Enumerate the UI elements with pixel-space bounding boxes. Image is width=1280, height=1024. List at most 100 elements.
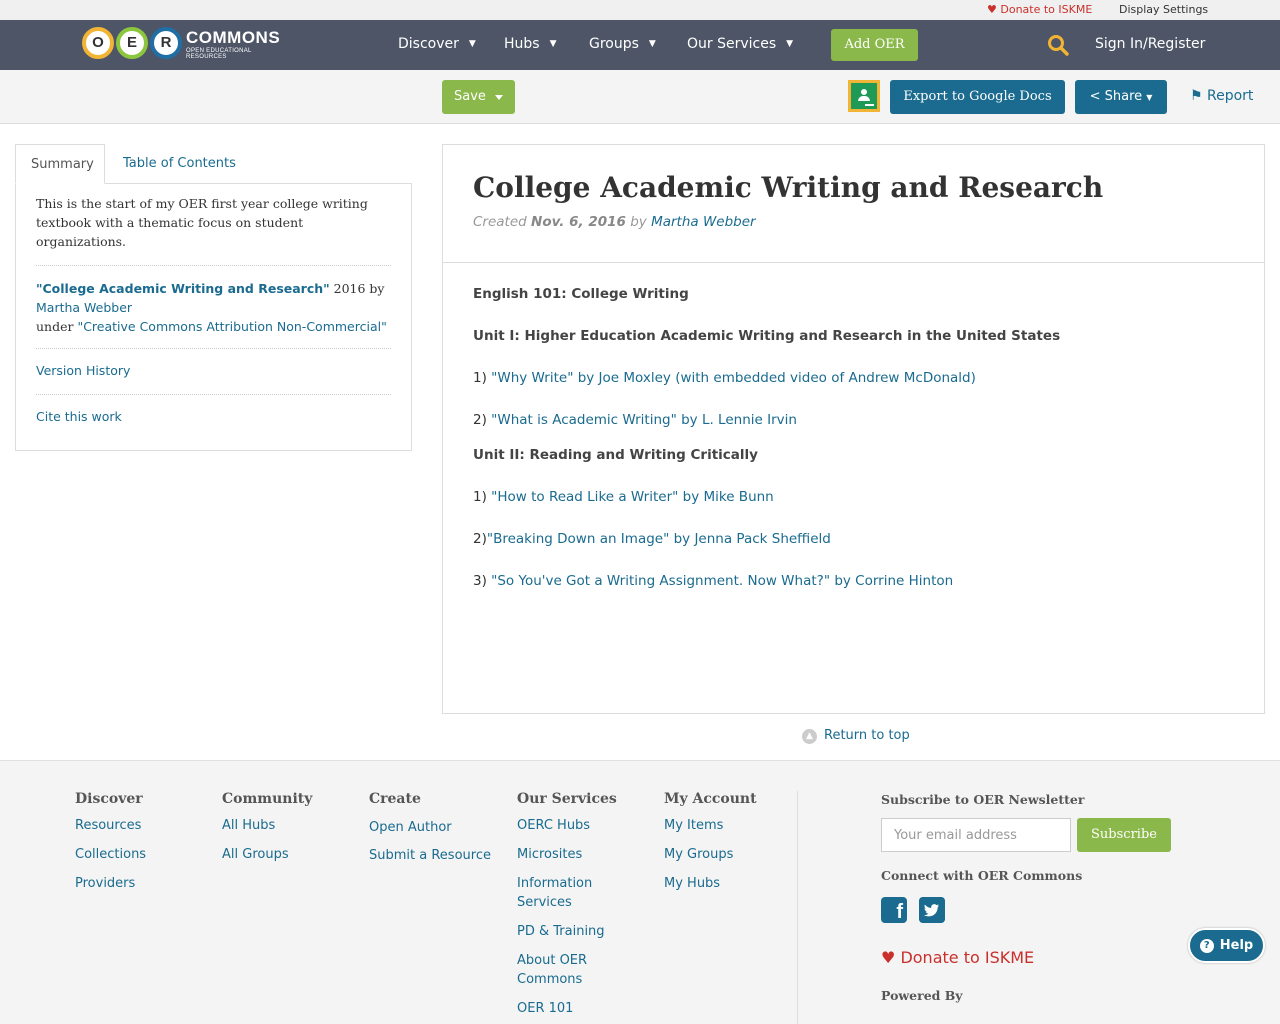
logo-wordmark: COMMONS	[186, 28, 281, 47]
sign-in-register-link[interactable]: Sign In/Register	[1095, 36, 1205, 52]
save-button[interactable]: Save	[442, 80, 515, 114]
tab-table-of-contents[interactable]: Table of Contents	[108, 144, 251, 184]
powered-by: Powered By	[881, 988, 963, 1003]
tab-summary[interactable]: Summary	[15, 144, 105, 184]
reading-link[interactable]: "What is Academic Writing" by L. Lennie …	[491, 412, 797, 428]
footer-link[interactable]: My Items	[664, 816, 794, 835]
divider	[36, 394, 391, 395]
twitter-icon[interactable]	[919, 897, 945, 923]
license-link[interactable]: "Creative Commons Attribution Non-Commer…	[77, 319, 386, 334]
chevron-down-icon: ▼	[786, 39, 794, 49]
logo-letter-e: E	[116, 27, 148, 59]
search-icon[interactable]	[1047, 34, 1069, 56]
nav-groups[interactable]: Groups ▼	[589, 36, 656, 52]
footer-col-community: Community All Hubs All Groups	[222, 791, 352, 874]
chevron-down-icon: ▼	[549, 39, 557, 49]
nav-hubs[interactable]: Hubs ▼	[504, 36, 557, 52]
article-meta: Created Nov. 6, 2016 by Martha Webber	[473, 214, 756, 230]
export-google-docs-button[interactable]: Export to Google Docs	[890, 80, 1065, 114]
attribution: "College Academic Writing and Research" …	[36, 281, 387, 334]
heart-icon: ♥	[881, 948, 896, 967]
resource-description: This is the start of my OER first year c…	[36, 196, 368, 249]
subscribe-button[interactable]: Subscribe	[1077, 818, 1171, 852]
divider	[36, 348, 391, 349]
footer-link[interactable]: Open Author	[369, 818, 499, 837]
list-item: 3) "So You've Got a Writing Assignment. …	[473, 573, 954, 589]
unit-heading: Unit I: Higher Education Academic Writin…	[473, 328, 1061, 344]
footer-link[interactable]: All Groups	[222, 845, 352, 864]
sidebar-tabs: Summary Table of Contents	[15, 144, 412, 184]
footer-link[interactable]: Microsites	[517, 845, 617, 864]
display-settings-link[interactable]: Display Settings	[1119, 3, 1208, 16]
share-icon: <	[1089, 89, 1101, 104]
footer-link[interactable]: About OER Commons	[517, 951, 617, 989]
chevron-up-icon: ▲	[802, 729, 817, 744]
return-to-top-link[interactable]: ▲ Return to top	[802, 728, 910, 744]
footer-link[interactable]: OER 101	[517, 999, 617, 1018]
article-header: College Academic Writing and Research Cr…	[443, 145, 1264, 263]
main-nav: O E R COMMONS OPEN EDUCATIONAL RESOURCES…	[0, 20, 1280, 70]
unit-heading: Unit II: Reading and Writing Critically	[473, 447, 758, 463]
report-link[interactable]: ⚑ Report	[1190, 88, 1253, 104]
list-item: 2)"Breaking Down an Image" by Jenna Pack…	[473, 531, 831, 547]
logo-letter-r: R	[150, 27, 182, 59]
resource-toolbar: Save Export to Google Docs < Share ▼ ⚑ R…	[0, 70, 1280, 124]
list-item: 1) "Why Write" by Joe Moxley (with embed…	[473, 370, 976, 386]
footer-col-our-services: Our Services OERC Hubs Microsites Inform…	[517, 791, 617, 1018]
footer-divider	[797, 791, 798, 1024]
article: College Academic Writing and Research Cr…	[442, 144, 1265, 714]
footer-link[interactable]: Providers	[75, 874, 205, 893]
share-button[interactable]: < Share ▼	[1075, 80, 1167, 114]
footer-link[interactable]: My Hubs	[664, 874, 794, 893]
reading-link[interactable]: "How to Read Like a Writer" by Mike Bunn	[491, 489, 774, 505]
help-icon: ?	[1199, 939, 1214, 953]
footer-donate-link[interactable]: ♥ Donate to ISKME	[881, 948, 1034, 967]
summary-panel: This is the start of my OER first year c…	[15, 183, 412, 451]
facebook-icon[interactable]: f	[881, 897, 907, 923]
cite-this-work-link[interactable]: Cite this work	[36, 409, 122, 424]
utility-bar: ♥ Donate to ISKME Display Settings	[0, 0, 1280, 20]
footer-link[interactable]: Information Services	[517, 874, 617, 912]
chevron-down-icon: ▼	[648, 39, 656, 49]
reading-link[interactable]: "So You've Got a Writing Assignment. Now…	[491, 573, 953, 589]
add-oer-button[interactable]: Add OER	[831, 29, 918, 61]
nav-our-services[interactable]: Our Services ▼	[687, 36, 793, 52]
course-heading: English 101: College Writing	[473, 286, 689, 302]
footer-link[interactable]: All Hubs	[222, 816, 352, 835]
divider	[36, 265, 391, 266]
reading-link[interactable]: "Breaking Down an Image" by Jenna Pack S…	[487, 531, 831, 547]
footer: Discover Resources Collections Providers…	[0, 760, 1280, 1024]
version-history-link[interactable]: Version History	[36, 363, 130, 378]
utility-donate-link[interactable]: ♥ Donate to ISKME	[987, 3, 1092, 16]
footer-link[interactable]: PD & Training	[517, 922, 617, 941]
created-date: Nov. 6, 2016	[531, 214, 626, 230]
attribution-author-link[interactable]: Martha Webber	[36, 300, 132, 315]
footer-link[interactable]: OERC Hubs	[517, 816, 617, 835]
newsletter-email-input[interactable]	[881, 818, 1071, 852]
heart-icon: ♥	[987, 3, 997, 16]
attribution-title-link[interactable]: "College Academic Writing and Research"	[36, 281, 330, 296]
caret-down-icon	[495, 95, 503, 100]
footer-link[interactable]: Resources	[75, 816, 205, 835]
footer-col-discover: Discover Resources Collections Providers	[75, 791, 205, 903]
page-title: College Academic Writing and Research	[473, 171, 1104, 204]
list-item: 2) "What is Academic Writing" by L. Lenn…	[473, 412, 797, 428]
flag-icon: ⚑	[1190, 88, 1203, 104]
reading-link[interactable]: "Why Write" by Joe Moxley (with embedded…	[491, 370, 976, 386]
footer-link[interactable]: My Groups	[664, 845, 794, 864]
nav-discover[interactable]: Discover ▼	[398, 36, 476, 52]
footer-link[interactable]: Submit a Resource	[369, 846, 499, 865]
caret-down-icon: ▼	[1146, 93, 1153, 102]
author-link[interactable]: Martha Webber	[651, 214, 756, 230]
newsletter-title: Subscribe to OER Newsletter	[881, 792, 1085, 807]
footer-link[interactable]: Collections	[75, 845, 205, 864]
google-classroom-icon[interactable]	[848, 80, 880, 112]
help-button[interactable]: ? Help	[1188, 928, 1265, 963]
connect-title: Connect with OER Commons	[881, 868, 1083, 883]
oer-commons-logo[interactable]: O E R COMMONS OPEN EDUCATIONAL RESOURCES	[82, 25, 286, 61]
chevron-down-icon: ▼	[468, 39, 476, 49]
footer-col-create: Create Open Author Submit a Resource	[369, 791, 499, 875]
footer-col-my-account: My Account My Items My Groups My Hubs	[664, 791, 794, 903]
logo-letter-o: O	[82, 27, 114, 59]
list-item: 1) "How to Read Like a Writer" by Mike B…	[473, 489, 774, 505]
